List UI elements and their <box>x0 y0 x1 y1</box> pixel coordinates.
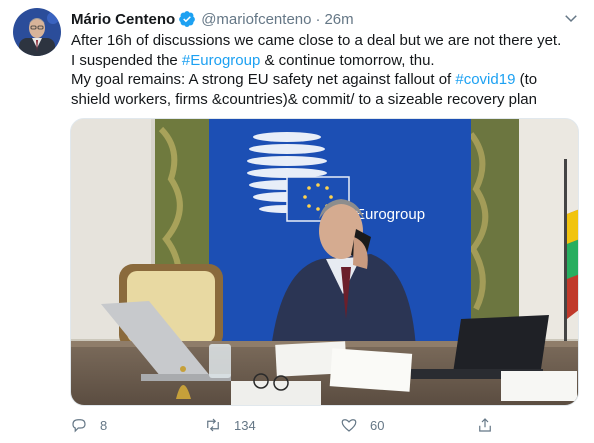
tweet-actions: 8 134 60 <box>70 413 550 437</box>
tweet[interactable]: Mário Centeno @mariofcenteno · 26m After… <box>0 0 594 443</box>
share-button[interactable] <box>476 413 494 437</box>
share-icon <box>479 418 491 432</box>
verified-badge-icon <box>178 10 196 28</box>
reply-count: 8 <box>100 417 108 433</box>
author-name[interactable]: Mário Centeno <box>71 11 175 28</box>
text-segment: (to <box>515 71 538 88</box>
caret-down-icon[interactable] <box>562 9 580 27</box>
tweet-text: After 16h of discussions we came close t… <box>71 31 576 109</box>
separator-dot: · <box>315 10 321 28</box>
like-count: 60 <box>370 417 385 433</box>
photo-scene: Eurogroup <box>71 119 578 405</box>
tweet-text-line: I suspended the #Eurogroup & continue to… <box>71 51 576 71</box>
hashtag-covid19-link[interactable]: #covid19 <box>455 71 515 88</box>
text-segment: I suspended the <box>71 51 182 69</box>
text-segment: My goal remains: A strong EU safety net … <box>71 71 456 88</box>
hashtag-eurogroup-link[interactable]: #Eurogroup <box>182 52 260 69</box>
like-button[interactable]: 60 <box>340 413 384 437</box>
tweet-header: Mário Centeno @mariofcenteno · 26m <box>71 8 354 30</box>
retweet-count: 134 <box>234 417 256 433</box>
reply-button[interactable]: 8 <box>70 413 107 437</box>
tweet-text-line: My goal remains: A strong EU safety net … <box>71 70 576 90</box>
avatar-image <box>13 8 61 56</box>
retweet-icon <box>207 418 219 432</box>
backdrop-label: Eurogroup <box>355 206 425 223</box>
author-handle[interactable]: @mariofcenteno <box>201 11 311 28</box>
like-icon <box>341 419 357 432</box>
tweet-timestamp[interactable]: 26m <box>324 11 353 28</box>
tweet-text-line: shield workers, firms &countries)& commi… <box>71 90 537 108</box>
text-segment: & continue tomorrow, thu. <box>260 51 435 69</box>
reply-icon <box>72 419 86 433</box>
avatar[interactable] <box>13 8 61 56</box>
tweet-photo[interactable]: Eurogroup <box>70 118 579 406</box>
retweet-button[interactable]: 134 <box>204 413 256 437</box>
tweet-text-line: After 16h of discussions we came close t… <box>71 32 562 49</box>
